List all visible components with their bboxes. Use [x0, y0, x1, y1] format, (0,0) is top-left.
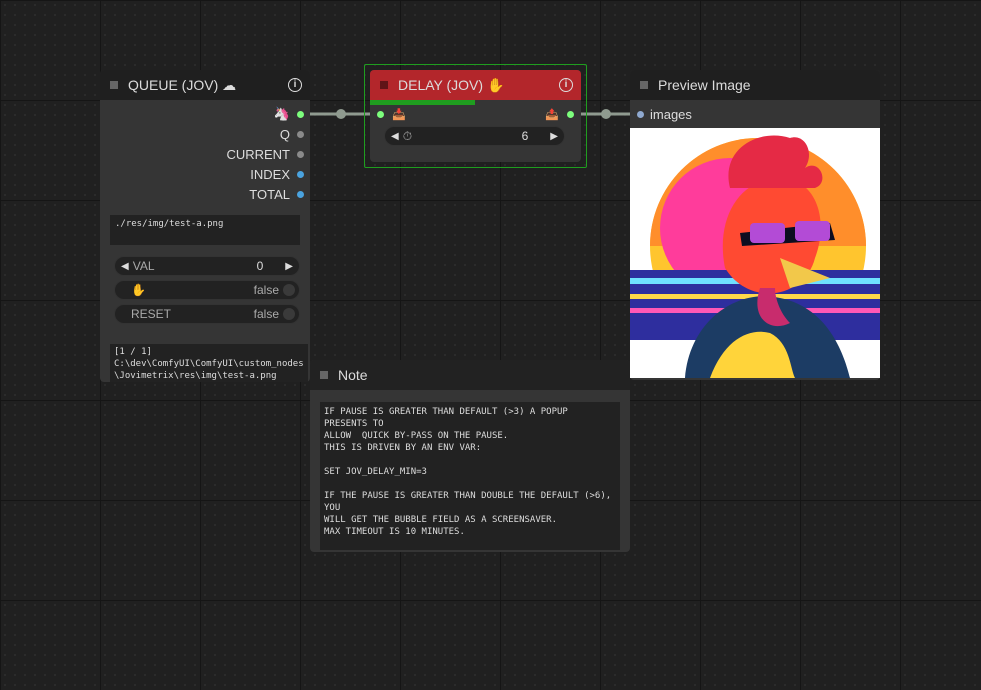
- toggle-knob-icon[interactable]: [283, 308, 295, 320]
- output-slot-index[interactable]: INDEX: [250, 164, 310, 184]
- output-label-index: INDEX: [250, 166, 290, 182]
- output-dot[interactable]: [297, 130, 304, 138]
- output-dot[interactable]: [297, 150, 304, 158]
- delay-value: 6: [521, 129, 529, 143]
- queue-title-bar[interactable]: QUEUE (JOV) ☁: [100, 70, 310, 100]
- preview-title-bar[interactable]: Preview Image: [630, 70, 880, 100]
- note-node[interactable]: Note IF PAUSE IS GREATER THAN DEFAULT (>…: [310, 360, 630, 552]
- collapse-toggle-icon[interactable]: [320, 371, 328, 379]
- link-queue-to-delay-midpoint: [336, 109, 346, 119]
- info-icon[interactable]: i: [559, 78, 573, 92]
- collapse-toggle-icon[interactable]: [110, 81, 118, 89]
- val-label: VAL: [132, 259, 155, 273]
- queue-title: QUEUE (JOV) ☁: [128, 76, 237, 93]
- output-dot[interactable]: [297, 110, 304, 118]
- val-number-widget[interactable]: ◀ VAL 0 ▶: [114, 256, 300, 276]
- queue-node[interactable]: QUEUE (JOV) ☁ i 🦄 Q CURRENT INDEX TOTAL …: [100, 70, 310, 382]
- output-label-current: CURRENT: [226, 146, 290, 162]
- note-title: Note: [338, 367, 368, 383]
- inbox-icon: 📥: [392, 109, 406, 121]
- queue-status-text: [1 / 1] C:\dev\ComfyUI\ComfyUI\custom_no…: [110, 344, 308, 382]
- collapse-toggle-icon[interactable]: [640, 81, 648, 89]
- input-dot[interactable]: [377, 111, 384, 118]
- input-dot[interactable]: [637, 111, 644, 118]
- pause-toggle[interactable]: ✋ false: [114, 280, 300, 300]
- outbox-icon: 📤: [545, 109, 559, 121]
- increment-arrow-icon[interactable]: ▶: [550, 131, 558, 142]
- increment-arrow-icon[interactable]: ▶: [285, 261, 293, 272]
- output-label-q: Q: [279, 126, 290, 142]
- output-slot-total[interactable]: TOTAL: [249, 184, 310, 204]
- delay-node[interactable]: DELAY (JOV) ✋ i 📥 📤 ◀ ⏱ 6 ▶: [370, 70, 581, 162]
- toggle-knob-icon[interactable]: [283, 284, 295, 296]
- reset-value: false: [253, 307, 279, 321]
- delay-progress-bar: [370, 100, 475, 105]
- output-slot-q[interactable]: Q: [280, 124, 310, 144]
- reset-label: RESET: [131, 307, 172, 321]
- preview-title: Preview Image: [658, 77, 751, 93]
- link-delay-to-preview-midpoint: [601, 109, 611, 119]
- delay-title: DELAY (JOV) ✋: [398, 76, 505, 93]
- output-dot[interactable]: [567, 111, 574, 118]
- queue-path-textarea[interactable]: ./res/img/test-a.png: [110, 215, 300, 245]
- decrement-arrow-icon[interactable]: ◀: [121, 261, 129, 272]
- preview-node[interactable]: Preview Image images: [630, 70, 880, 380]
- reset-toggle[interactable]: RESET false: [114, 304, 300, 324]
- note-title-bar[interactable]: Note: [310, 360, 630, 390]
- delay-title-bar[interactable]: DELAY (JOV) ✋: [370, 70, 581, 100]
- output-dot[interactable]: [297, 170, 304, 178]
- delay-timer-widget[interactable]: ◀ ⏱ 6 ▶: [384, 126, 565, 146]
- output-label-total: TOTAL: [249, 186, 290, 202]
- output-slot-current[interactable]: CURRENT: [226, 144, 310, 164]
- preview-image: [630, 128, 880, 378]
- pause-value: false: [253, 283, 279, 297]
- output-slot-any[interactable]: 🦄: [274, 104, 310, 124]
- info-icon[interactable]: i: [288, 78, 302, 92]
- output-dot[interactable]: [297, 190, 304, 198]
- collapse-toggle-icon[interactable]: [380, 81, 388, 89]
- note-textarea[interactable]: IF PAUSE IS GREATER THAN DEFAULT (>3) A …: [320, 402, 620, 550]
- unicorn-icon: 🦄: [273, 106, 290, 121]
- input-label-images: images: [650, 107, 692, 122]
- decrement-arrow-icon[interactable]: ◀: [391, 131, 399, 142]
- hand-icon: ✋: [131, 283, 146, 297]
- timer-icon: ⏱: [402, 128, 413, 143]
- val-value: 0: [256, 259, 264, 273]
